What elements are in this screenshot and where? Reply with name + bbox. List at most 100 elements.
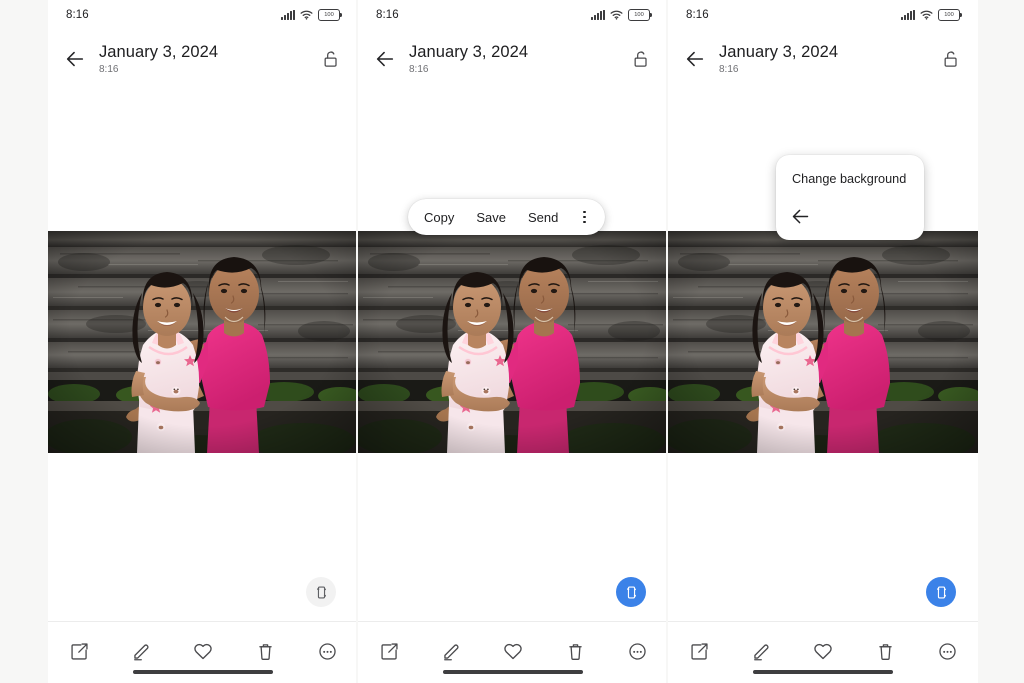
status-bar-clock: 8:16 [66,9,89,21]
change-background-popup: Change background [776,155,924,240]
photo-viewer[interactable] [668,231,978,453]
change-background-menu-item[interactable]: Change background [776,171,924,187]
trash-icon [255,641,276,662]
share-button[interactable] [682,636,716,666]
wifi-icon [610,10,623,20]
photo-image [358,231,668,453]
bottom-toolbar [358,621,668,683]
pencil-icon [441,641,462,662]
wifi-icon [300,10,313,20]
favorite-button[interactable] [186,636,220,666]
page-title: January 3, 2024 [99,42,219,61]
panel-divider-2 [666,0,668,683]
back-arrow-icon[interactable] [372,46,398,72]
context-menu-save[interactable]: Save [476,210,506,225]
share-button[interactable] [62,636,96,666]
page-subtitle: 8:16 [719,63,739,75]
unlock-icon[interactable] [628,46,654,72]
battery-level-label: 100 [944,12,954,18]
back-arrow-icon[interactable] [682,46,708,72]
heart-icon [502,640,524,662]
photo-image [48,231,358,453]
status-bar-clock: 8:16 [686,9,709,21]
google-lens-icon [313,584,330,601]
back-arrow-icon[interactable] [62,46,88,72]
page-subtitle: 8:16 [409,63,429,75]
status-bar-icons: 100 [901,9,963,21]
delete-button[interactable] [868,636,902,666]
page-title: January 3, 2024 [409,42,529,61]
popup-back-arrow-icon[interactable] [776,204,816,228]
battery-icon: 100 [628,9,653,21]
screenshot-panel-1: 8:16 100 January 3, 2024 8:16 [48,0,358,683]
context-menu-send[interactable]: Send [528,210,558,225]
context-menu-copy[interactable]: Copy [424,210,454,225]
more-circle-icon [627,641,648,662]
heart-icon [192,640,214,662]
google-lens-button[interactable] [616,577,646,607]
app-bar: January 3, 2024 8:16 [668,30,978,88]
edit-button[interactable] [744,636,778,666]
photo-viewer[interactable] [48,231,358,453]
status-bar-clock: 8:16 [376,9,399,21]
more-options-button[interactable] [310,636,344,666]
battery-level-label: 100 [324,12,334,18]
home-indicator [753,670,893,674]
panel-divider-1 [356,0,358,683]
status-bar-icons: 100 [281,9,343,21]
bottom-toolbar [668,621,978,683]
photo-image [668,231,978,453]
photo-viewer[interactable] [358,231,668,453]
app-bar-title-block: January 3, 2024 8:16 [409,43,628,76]
delete-button[interactable] [558,636,592,666]
status-bar-icons: 100 [591,9,653,21]
unlock-icon[interactable] [318,46,344,72]
unlock-icon[interactable] [938,46,964,72]
edit-button[interactable] [124,636,158,666]
share-icon [69,641,90,662]
app-bar: January 3, 2024 8:16 [48,30,358,88]
page-subtitle: 8:16 [99,63,119,75]
signal-bars-icon [901,10,915,20]
text-selection-context-menu: Copy Save Send [408,199,606,235]
more-circle-icon [317,641,338,662]
battery-level-label: 100 [634,12,644,18]
battery-icon: 100 [938,9,963,21]
pencil-icon [131,641,152,662]
share-icon [689,641,710,662]
google-lens-icon [933,584,950,601]
home-indicator [133,670,273,674]
battery-icon: 100 [318,9,343,21]
edit-button[interactable] [434,636,468,666]
status-bar: 8:16 100 [358,0,668,30]
trash-icon [565,641,586,662]
google-lens-icon [623,584,640,601]
more-options-button[interactable] [620,636,654,666]
app-bar: January 3, 2024 8:16 [358,30,668,88]
status-bar: 8:16 100 [48,0,358,30]
app-bar-title-block: January 3, 2024 8:16 [719,43,938,76]
google-lens-button[interactable] [926,577,956,607]
page-title: January 3, 2024 [719,42,839,61]
pencil-icon [751,641,772,662]
home-indicator [443,670,583,674]
status-bar: 8:16 100 [668,0,978,30]
screenshot-panel-2: 8:16 100 January 3, 2024 8:16 Copy Save … [358,0,668,683]
bottom-toolbar [48,621,358,683]
trash-icon [875,641,896,662]
share-button[interactable] [372,636,406,666]
favorite-button[interactable] [806,636,840,666]
kebab-menu-icon[interactable] [576,206,592,228]
favorite-button[interactable] [496,636,530,666]
google-lens-button[interactable] [306,577,336,607]
app-bar-title-block: January 3, 2024 8:16 [99,43,318,76]
more-options-button[interactable] [930,636,964,666]
more-circle-icon [937,641,958,662]
signal-bars-icon [281,10,295,20]
screenshot-collage: 8:16 100 January 3, 2024 8:16 8:16 100 J… [0,0,1024,683]
wifi-icon [920,10,933,20]
share-icon [379,641,400,662]
signal-bars-icon [591,10,605,20]
delete-button[interactable] [248,636,282,666]
heart-icon [812,640,834,662]
